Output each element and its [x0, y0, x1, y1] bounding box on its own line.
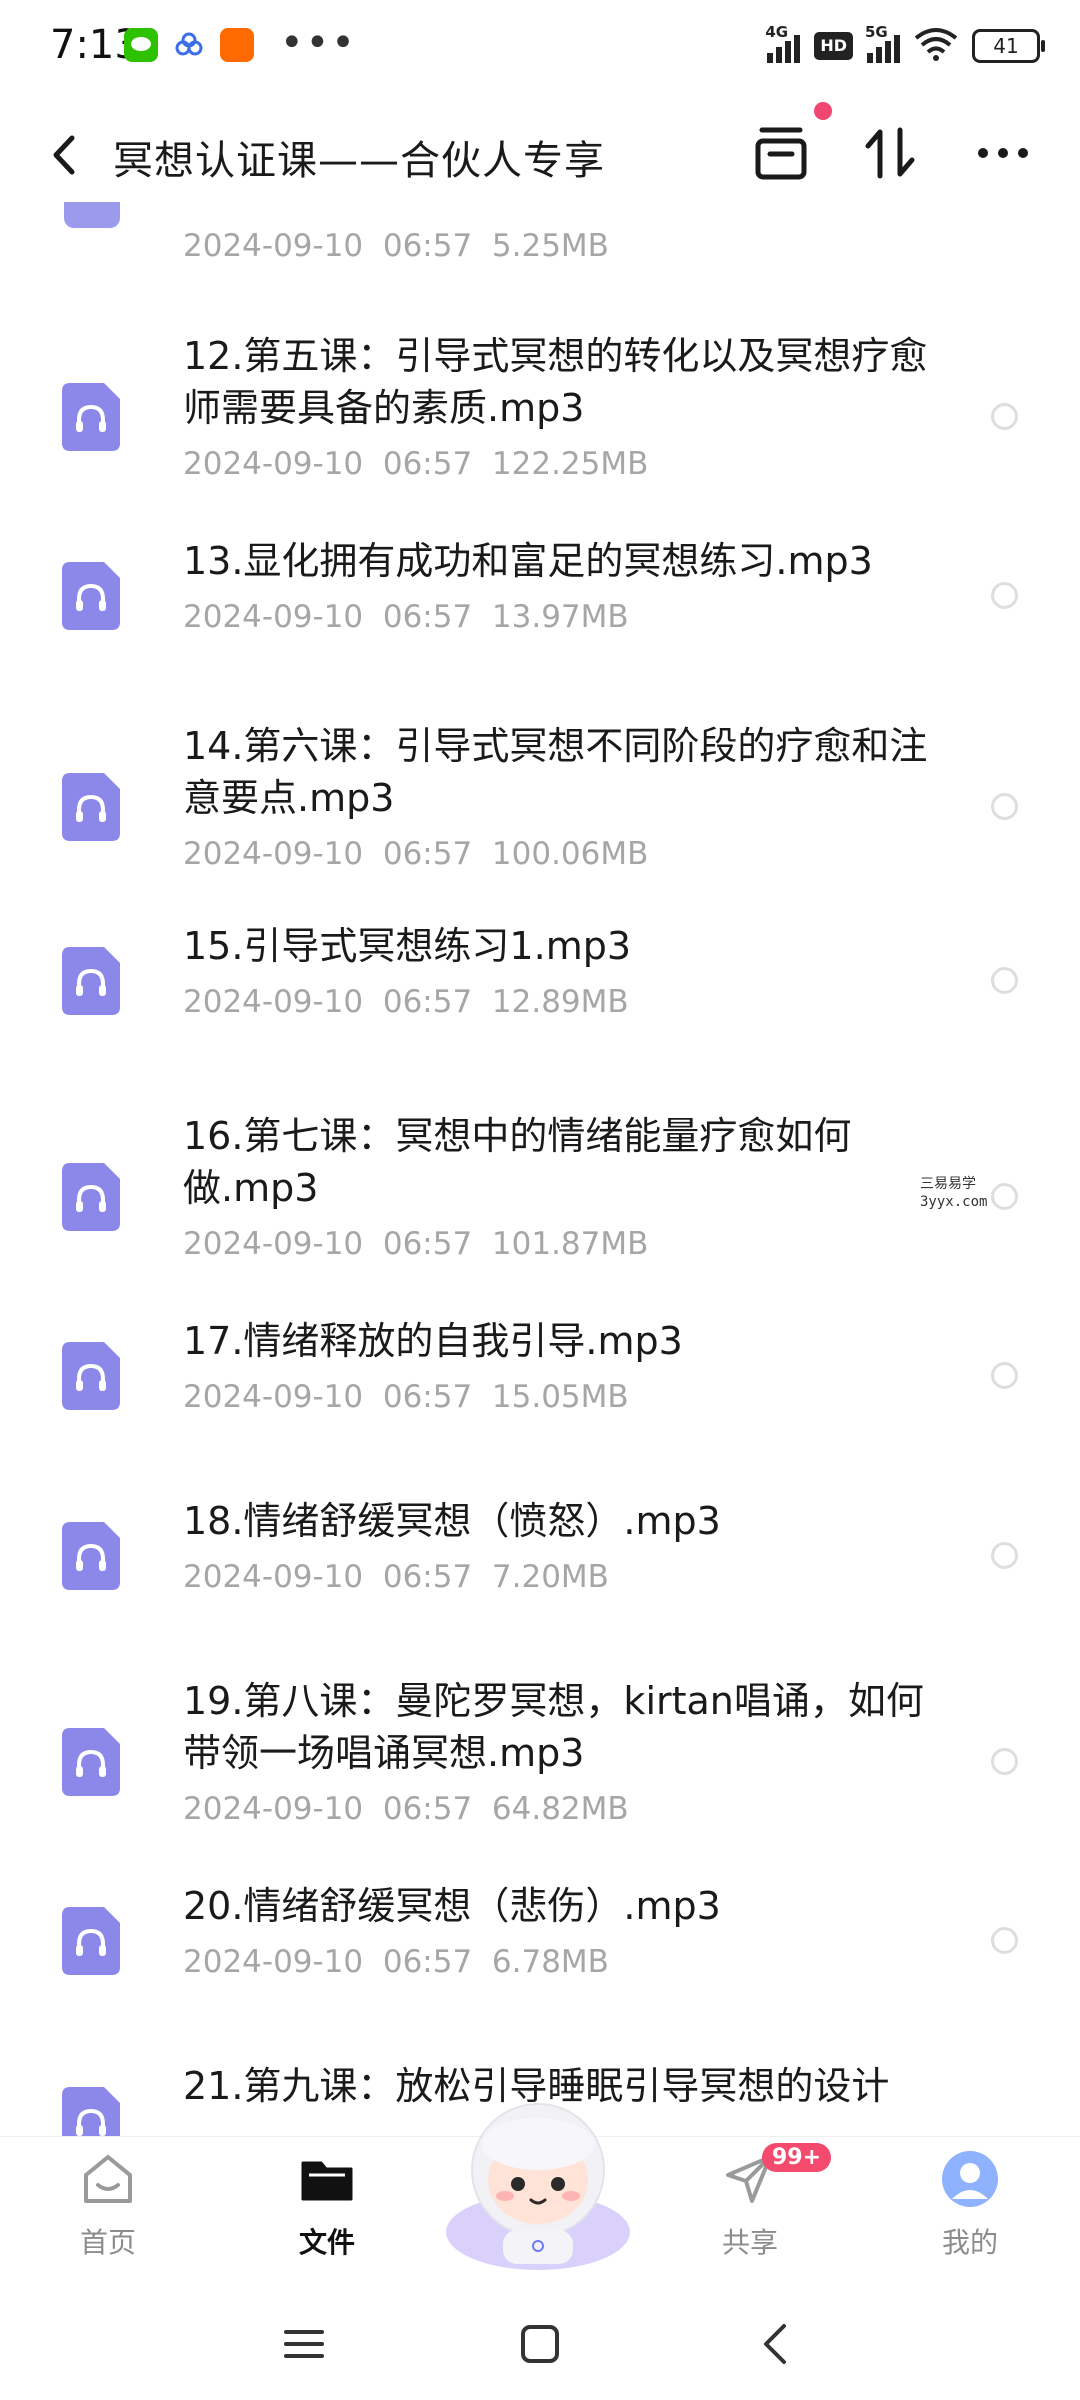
- headphones-audio-file-icon: [62, 383, 120, 451]
- file-meta: 2024-09-10 06:57 122.25MB: [183, 446, 649, 482]
- file-name: 17.情绪释放的自我引导.mp3: [183, 1319, 683, 1363]
- status-indicators: 4G HD 5G 41: [765, 23, 1045, 68]
- wifi-icon: [914, 26, 958, 66]
- home-icon: [84, 2155, 132, 2203]
- mascot-assistant-icon[interactable]: [443, 2092, 633, 2272]
- headphones-audio-file-icon: [62, 2087, 120, 2140]
- file-name: 16.第七课：冥想中的情绪能量疗愈如何做.mp3: [183, 1114, 852, 1210]
- nav-mine[interactable]: 我的: [905, 2149, 1035, 2261]
- network-5g-label: 5G: [865, 23, 888, 41]
- transfer-notification-dot: [814, 102, 832, 120]
- hd-voice-icon: HD: [814, 32, 853, 60]
- file-list: 2024-09-10 06:57 5.25MB 12.第五课：引导式冥想的转化以…: [0, 200, 1080, 2140]
- headphones-audio-file-icon: [62, 1728, 120, 1796]
- select-radio-button[interactable]: [991, 1542, 1018, 1569]
- nav-home[interactable]: 首页: [43, 2149, 173, 2261]
- file-meta: 2024-09-10 06:57 13.97MB: [183, 599, 629, 635]
- file-name: 19.第八课：曼陀罗冥想，kirtan唱诵，如何带领一场唱诵冥想.mp3: [183, 1679, 924, 1775]
- headphones-audio-file-icon: [62, 562, 120, 630]
- watermark: 三易易学 3yyx.com: [920, 1175, 987, 1211]
- headphones-audio-file-icon: [62, 773, 120, 841]
- headphones-audio-file-icon: [62, 947, 120, 1015]
- avatar-icon: [942, 2151, 998, 2207]
- wechat-notification-icon: [124, 28, 158, 62]
- nav-files[interactable]: 文件: [262, 2149, 392, 2261]
- headphones-audio-file-icon: [64, 202, 120, 228]
- shopping-notification-icon: [220, 28, 254, 62]
- select-radio-button[interactable]: [991, 1183, 1018, 1210]
- system-navigation-bar: [0, 2286, 1080, 2400]
- watermark-line1: 三易易学: [920, 1176, 976, 1192]
- battery-icon: 41: [972, 29, 1045, 63]
- cloud-notification-icon: [172, 28, 206, 62]
- menu-lines-icon[interactable]: [282, 2322, 326, 2366]
- file-meta: 2024-09-10 06:57 101.87MB: [183, 1226, 649, 1262]
- select-radio-button[interactable]: [991, 793, 1018, 820]
- file-name: 20.情绪舒缓冥想（悲伤）.mp3: [183, 1884, 721, 1928]
- page-title: 冥想认证课——合伙人专享: [113, 138, 605, 184]
- file-name: 15.引导式冥想练习1.mp3: [183, 924, 632, 968]
- network-4g-label: 4G: [765, 23, 789, 41]
- transfer-list-icon[interactable]: [752, 124, 810, 182]
- chevron-left-icon[interactable]: [44, 132, 84, 178]
- select-radio-button[interactable]: [991, 967, 1018, 994]
- file-name: 14.第六课：引导式冥想不同阶段的疗愈和注意要点.mp3: [183, 724, 928, 820]
- headphones-audio-file-icon: [62, 1342, 120, 1410]
- more-notifications-icon: •••: [280, 20, 357, 66]
- file-meta: 2024-09-10 06:57 15.05MB: [183, 1379, 629, 1415]
- back-arrow-icon[interactable]: [754, 2322, 798, 2366]
- select-radio-button[interactable]: [991, 403, 1018, 430]
- select-radio-button[interactable]: [991, 1748, 1018, 1775]
- select-radio-button[interactable]: [991, 582, 1018, 609]
- share-count-badge: 99+: [762, 2143, 832, 2172]
- nav-files-label: 文件: [298, 2226, 355, 2259]
- headphones-audio-file-icon: [62, 1907, 120, 1975]
- signal-5g-icon: 5G: [865, 23, 900, 63]
- signal-4g-icon: 4G: [765, 23, 801, 63]
- more-dots-icon[interactable]: [974, 124, 1032, 182]
- nav-share-label: 共享: [721, 2226, 778, 2259]
- file-name: 18.情绪舒缓冥想（愤怒）.mp3: [183, 1499, 721, 1543]
- home-square-icon[interactable]: [518, 2322, 562, 2366]
- select-radio-button[interactable]: [991, 1362, 1018, 1389]
- file-name: 12.第五课：引导式冥想的转化以及冥想疗愈师需要具备的素质.mp3: [183, 334, 928, 430]
- file-meta: 2024-09-10 06:57 5.25MB: [183, 228, 609, 264]
- app-header: 冥想认证课——合伙人专享: [0, 102, 1080, 200]
- headphones-audio-file-icon: [62, 1163, 120, 1231]
- file-name: 13.显化拥有成功和富足的冥想练习.mp3: [183, 539, 873, 583]
- file-meta: 2024-09-10 06:57 64.82MB: [183, 1791, 629, 1827]
- file-meta: 2024-09-10 06:57 100.06MB: [183, 836, 649, 872]
- headphones-audio-file-icon: [62, 1522, 120, 1590]
- watermark-line2: 3yyx.com: [920, 1194, 988, 1210]
- nav-mine-label: 我的: [941, 2226, 998, 2259]
- file-meta: 2024-09-10 06:57 7.20MB: [183, 1559, 609, 1595]
- status-bar: 7:13 ••• 4G HD 5G 41: [0, 0, 1080, 95]
- sort-arrows-icon[interactable]: [862, 124, 920, 182]
- folder-icon: [301, 2161, 353, 2201]
- file-meta: 2024-09-10 06:57 12.89MB: [183, 984, 629, 1020]
- bottom-navigation: 首页 文件 共享 99+ 我的: [0, 2103, 1080, 2287]
- file-meta: 2024-09-10 06:57 6.78MB: [183, 1944, 609, 1980]
- nav-home-label: 首页: [79, 2226, 136, 2259]
- select-radio-button[interactable]: [991, 1927, 1018, 1954]
